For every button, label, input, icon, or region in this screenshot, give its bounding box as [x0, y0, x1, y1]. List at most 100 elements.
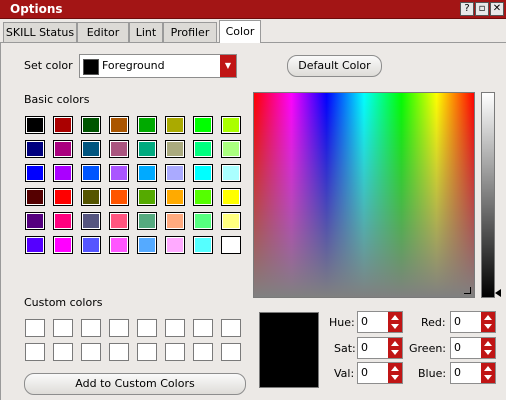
blue-spinbox[interactable]: 0 — [450, 362, 496, 384]
sat-spinbox[interactable]: 0 — [357, 337, 403, 359]
basic-color-swatch[interactable] — [165, 236, 185, 254]
custom-color-swatch[interactable] — [165, 343, 185, 361]
custom-color-swatch[interactable] — [137, 343, 157, 361]
custom-color-swatch[interactable] — [109, 343, 129, 361]
custom-color-swatch[interactable] — [109, 319, 129, 337]
tab-editor[interactable]: Editor — [77, 22, 129, 42]
basic-color-swatch[interactable] — [137, 116, 157, 134]
basic-color-swatch[interactable] — [193, 116, 213, 134]
basic-color-swatch[interactable] — [81, 116, 101, 134]
green-label: Green: — [409, 342, 447, 355]
chevron-down-icon[interactable]: ▼ — [220, 55, 236, 77]
luminance-arrow-icon[interactable] — [495, 289, 501, 297]
basic-color-swatch[interactable] — [25, 212, 45, 230]
red-stepper-icon[interactable] — [481, 312, 495, 332]
basic-color-swatch[interactable] — [25, 236, 45, 254]
basic-color-swatch[interactable] — [81, 236, 101, 254]
add-to-custom-colors-button[interactable]: Add to Custom Colors — [24, 373, 246, 395]
basic-color-swatch[interactable] — [193, 188, 213, 206]
basic-color-swatch[interactable] — [221, 164, 241, 182]
basic-color-swatch[interactable] — [137, 188, 157, 206]
hue-spinbox[interactable]: 0 — [357, 311, 403, 333]
picker-crosshair-icon — [464, 287, 471, 294]
tab-skill-status[interactable]: SKILL Status — [3, 22, 77, 42]
basic-color-swatch[interactable] — [109, 140, 129, 158]
custom-color-swatch[interactable] — [221, 319, 241, 337]
custom-color-swatch[interactable] — [53, 319, 73, 337]
basic-color-swatch[interactable] — [221, 236, 241, 254]
blue-value: 0 — [454, 366, 461, 379]
basic-color-swatch[interactable] — [221, 140, 241, 158]
set-color-combo[interactable]: Foreground ▼ — [79, 54, 237, 78]
basic-color-swatch[interactable] — [165, 140, 185, 158]
basic-color-swatch[interactable] — [81, 140, 101, 158]
maximize-icon[interactable]: ▫ — [475, 2, 489, 16]
basic-color-swatch[interactable] — [53, 116, 73, 134]
basic-color-swatch[interactable] — [137, 140, 157, 158]
basic-color-swatch[interactable] — [53, 164, 73, 182]
red-value: 0 — [454, 315, 461, 328]
custom-colors-label: Custom colors — [24, 296, 103, 309]
basic-color-swatch[interactable] — [165, 212, 185, 230]
basic-color-swatch[interactable] — [137, 164, 157, 182]
custom-color-swatch[interactable] — [221, 343, 241, 361]
basic-color-swatch[interactable] — [81, 212, 101, 230]
basic-color-swatch[interactable] — [109, 164, 129, 182]
custom-color-swatch[interactable] — [81, 343, 101, 361]
basic-color-swatch[interactable] — [53, 236, 73, 254]
custom-color-swatch[interactable] — [137, 319, 157, 337]
basic-color-swatch[interactable] — [53, 188, 73, 206]
basic-color-swatch[interactable] — [25, 188, 45, 206]
basic-color-swatch[interactable] — [165, 116, 185, 134]
custom-color-swatch[interactable] — [25, 319, 45, 337]
tab-profiler[interactable]: Profiler — [163, 22, 217, 42]
custom-color-swatch[interactable] — [53, 343, 73, 361]
basic-color-swatch[interactable] — [165, 164, 185, 182]
green-spinbox[interactable]: 0 — [450, 337, 496, 359]
basic-color-swatch[interactable] — [193, 164, 213, 182]
custom-color-swatch[interactable] — [25, 343, 45, 361]
custom-color-swatch[interactable] — [193, 343, 213, 361]
basic-color-swatch[interactable] — [109, 212, 129, 230]
luminance-slider[interactable] — [481, 92, 495, 298]
hue-stepper-icon[interactable] — [388, 312, 402, 332]
val-stepper-icon[interactable] — [388, 363, 402, 383]
basic-color-swatch[interactable] — [193, 212, 213, 230]
tab-color[interactable]: Color — [219, 20, 261, 43]
sat-stepper-icon[interactable] — [388, 338, 402, 358]
hue-saturation-picker[interactable] — [253, 92, 475, 298]
basic-color-swatch[interactable] — [109, 188, 129, 206]
red-spinbox[interactable]: 0 — [450, 311, 496, 333]
basic-color-swatch[interactable] — [109, 236, 129, 254]
basic-color-swatch[interactable] — [165, 188, 185, 206]
basic-color-swatch[interactable] — [25, 164, 45, 182]
basic-color-swatch[interactable] — [81, 164, 101, 182]
basic-color-swatch[interactable] — [25, 116, 45, 134]
basic-color-swatch[interactable] — [221, 212, 241, 230]
custom-color-swatch[interactable] — [165, 319, 185, 337]
basic-color-swatch[interactable] — [221, 116, 241, 134]
basic-color-swatch[interactable] — [81, 188, 101, 206]
blue-label: Blue: — [418, 367, 447, 380]
val-spinbox[interactable]: 0 — [357, 362, 403, 384]
custom-color-swatch[interactable] — [193, 319, 213, 337]
title-bar: Options ? ▫ ✕ — [0, 0, 506, 19]
basic-color-swatch[interactable] — [193, 236, 213, 254]
default-color-button[interactable]: Default Color — [287, 55, 382, 77]
basic-color-swatch[interactable] — [193, 140, 213, 158]
green-stepper-icon[interactable] — [481, 338, 495, 358]
basic-colors-label: Basic colors — [24, 93, 90, 106]
selected-color-preview — [259, 312, 319, 388]
tab-lint[interactable]: Lint — [129, 22, 163, 42]
basic-color-swatch[interactable] — [53, 212, 73, 230]
basic-color-swatch[interactable] — [53, 140, 73, 158]
close-icon[interactable]: ✕ — [490, 2, 504, 16]
custom-color-swatch[interactable] — [81, 319, 101, 337]
basic-color-swatch[interactable] — [137, 212, 157, 230]
blue-stepper-icon[interactable] — [481, 363, 495, 383]
help-icon[interactable]: ? — [460, 2, 474, 16]
basic-color-swatch[interactable] — [109, 116, 129, 134]
basic-color-swatch[interactable] — [137, 236, 157, 254]
basic-color-swatch[interactable] — [25, 140, 45, 158]
basic-color-swatch[interactable] — [221, 188, 241, 206]
